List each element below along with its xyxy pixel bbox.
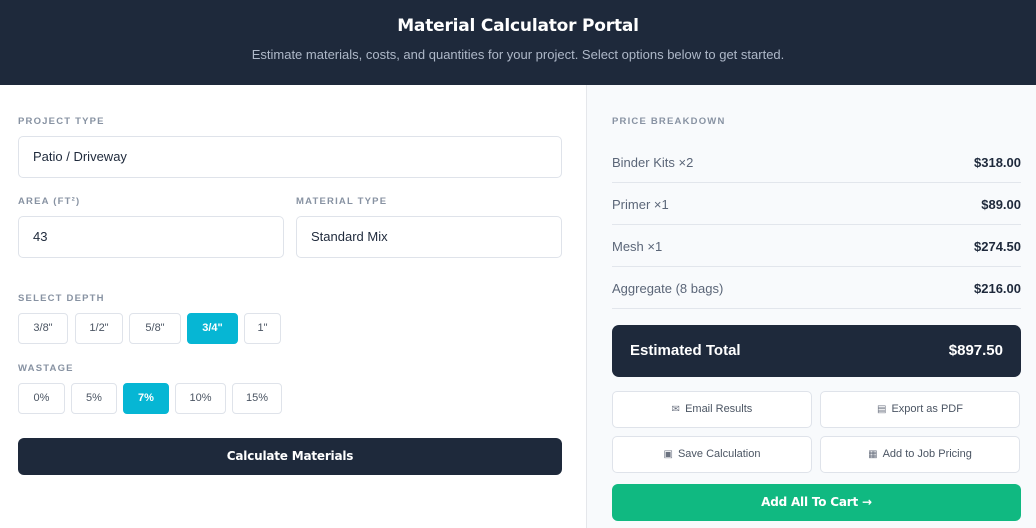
material-type-label: MATERIAL TYPE	[296, 196, 388, 207]
breakdown-item-price: $274.50	[974, 239, 1021, 254]
clipboard-icon: ▦	[868, 449, 878, 460]
email-icon: ✉	[671, 404, 681, 415]
breakdown-row: Binder Kits ×2 $318.00	[612, 141, 1021, 183]
page-header: Material Calculator Portal Estimate mate…	[0, 0, 1036, 85]
page-title: Material Calculator Portal	[397, 16, 639, 36]
project-type-label: PROJECT TYPE	[18, 116, 105, 127]
page-subtitle: Estimate materials, costs, and quantitie…	[251, 47, 785, 62]
wastage-option-7[interactable]: 7%	[123, 383, 169, 414]
wastage-option-5[interactable]: 5%	[71, 383, 117, 414]
breakdown-row: Aggregate (8 bags) $216.00	[612, 267, 1021, 309]
depth-label: SELECT DEPTH	[18, 293, 105, 304]
area-input[interactable]: 43	[18, 216, 284, 258]
wastage-label: WASTAGE	[18, 363, 74, 374]
price-breakdown-label: PRICE BREAKDOWN	[612, 116, 726, 127]
export-pdf-button[interactable]: ▤ Export as PDF	[820, 391, 1020, 428]
estimated-total-card: Estimated Total $897.50	[612, 325, 1021, 377]
wastage-option-15[interactable]: 15%	[232, 383, 282, 414]
breakdown-item-price: $216.00	[974, 281, 1021, 296]
estimated-total-label: Estimated Total	[630, 342, 741, 359]
estimated-total-value: $897.50	[948, 342, 1003, 359]
depth-option-1[interactable]: 1"	[244, 313, 281, 344]
breakdown-item-price: $318.00	[974, 155, 1021, 170]
wastage-option-10[interactable]: 10%	[175, 383, 226, 414]
breakdown-item-name: Mesh ×1	[612, 239, 663, 254]
floppy-disk-icon: ▣	[663, 449, 673, 460]
breakdown-item-price: $89.00	[981, 197, 1021, 212]
export-pdf-label: Export as PDF	[891, 403, 963, 415]
breakdown-item-name: Primer ×1	[612, 197, 669, 212]
save-calculation-button[interactable]: ▣ Save Calculation	[612, 436, 812, 473]
email-results-button[interactable]: ✉ Email Results	[612, 391, 812, 428]
depth-option-1-2[interactable]: 1/2"	[75, 313, 123, 344]
price-breakdown-panel: PRICE BREAKDOWN Binder Kits ×2 $318.00 P…	[586, 85, 1036, 528]
add-to-job-pricing-label: Add to Job Pricing	[882, 448, 972, 460]
breakdown-row: Primer ×1 $89.00	[612, 183, 1021, 225]
depth-option-5-8[interactable]: 5/8"	[129, 313, 181, 344]
add-to-job-pricing-button[interactable]: ▦ Add to Job Pricing	[820, 436, 1020, 473]
calculate-materials-button[interactable]: Calculate Materials	[18, 438, 562, 475]
project-type-select[interactable]: Patio / Driveway	[18, 136, 562, 178]
depth-option-3-4[interactable]: 3/4"	[187, 313, 238, 344]
wastage-option-0[interactable]: 0%	[18, 383, 65, 414]
calculator-form: PROJECT TYPE Patio / Driveway AREA (FT²)…	[0, 85, 586, 528]
area-label: AREA (FT²)	[18, 196, 81, 207]
depth-option-3-8[interactable]: 3/8"	[18, 313, 68, 344]
breakdown-row: Mesh ×1 $274.50	[612, 225, 1021, 267]
document-icon: ▤	[877, 404, 887, 415]
save-calculation-label: Save Calculation	[677, 448, 761, 460]
breakdown-item-name: Binder Kits ×2	[612, 155, 694, 170]
email-results-label: Email Results	[685, 403, 753, 415]
add-all-to-cart-button[interactable]: Add All To Cart →	[612, 484, 1021, 521]
breakdown-item-name: Aggregate (8 bags)	[612, 281, 724, 296]
material-type-select[interactable]: Standard Mix	[296, 216, 562, 258]
